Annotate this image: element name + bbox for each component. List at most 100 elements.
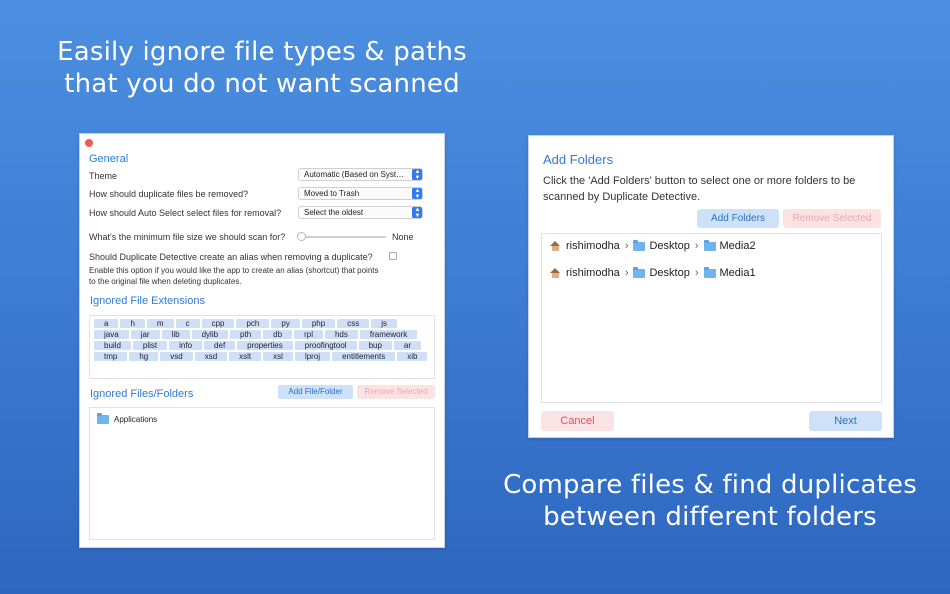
auto-select-label: How should Auto Select select files for … — [89, 208, 282, 218]
folder-icon — [633, 239, 646, 251]
ignored-item-label: Applications — [114, 415, 158, 424]
extension-tag[interactable]: dylib — [191, 330, 229, 339]
extension-tag[interactable]: jar — [130, 330, 160, 339]
extension-tag[interactable]: h — [120, 319, 145, 328]
min-size-slider-knob[interactable] — [297, 232, 306, 241]
alias-label: Should Duplicate Detective create an ali… — [89, 252, 373, 262]
extension-tag[interactable]: py — [271, 319, 300, 328]
folder-icon — [97, 413, 109, 424]
headline-top: Easily ignore file types & paths that yo… — [22, 36, 502, 100]
path-user: rishimodha — [566, 267, 620, 279]
headline-bottom-line2: between different folders — [543, 502, 877, 532]
add-folders-description: Click the 'Add Folders' button to select… — [543, 173, 855, 205]
extension-tag[interactable]: def — [204, 341, 236, 350]
folder-icon — [703, 239, 716, 251]
extension-tag[interactable]: entitlements — [332, 352, 396, 361]
extension-tag[interactable]: a — [94, 319, 119, 328]
path-folder2: Media1 — [719, 267, 756, 279]
extension-tag[interactable]: css — [337, 319, 370, 328]
extension-tag[interactable]: cpp — [201, 319, 235, 328]
theme-select-value: Automatic (Based on Syst… — [304, 170, 405, 179]
extension-tag[interactable]: hds — [324, 330, 358, 339]
add-folders-title: Add Folders — [543, 152, 614, 167]
extension-tag[interactable]: rpl — [294, 330, 323, 339]
path-user: rishimodha — [566, 240, 620, 252]
path-folder1: Desktop — [649, 240, 690, 252]
extension-tag[interactable]: lib — [161, 330, 190, 339]
next-button[interactable]: Next — [809, 411, 882, 431]
cancel-button[interactable]: Cancel — [541, 411, 614, 431]
extension-tag[interactable]: xsl — [263, 352, 293, 361]
removal-method-value: Moved to Trash — [304, 189, 360, 198]
extension-tag[interactable]: hg — [129, 352, 159, 361]
min-size-value: None — [392, 232, 414, 242]
ignored-items-list: Applications — [89, 407, 435, 540]
alias-checkbox[interactable] — [389, 252, 397, 260]
extension-tag[interactable]: m — [146, 319, 174, 328]
settings-window: General Theme Automatic (Based on Syst… … — [79, 133, 445, 548]
extension-tag[interactable]: tmp — [94, 352, 128, 361]
close-window-button[interactable] — [85, 139, 93, 147]
extension-tag[interactable]: db — [263, 330, 293, 339]
list-item[interactable]: Applications — [97, 413, 158, 424]
path-separator: › — [624, 240, 629, 252]
extension-tag[interactable]: js — [371, 319, 397, 328]
extension-tag[interactable]: xsd — [194, 352, 228, 361]
extension-tag[interactable]: bup — [358, 341, 392, 350]
remove-selected-button[interactable]: Remove Selected — [357, 385, 435, 399]
extensions-section-title: Ignored File Extensions — [90, 295, 205, 307]
path-separator: › — [694, 240, 699, 252]
extension-tag[interactable]: proofingtool — [294, 341, 357, 350]
extension-tag[interactable]: properties — [237, 341, 293, 350]
alias-help-line2: to the original file when deleting dupli… — [89, 277, 242, 286]
list-item[interactable]: rishimodha › Desktop › Media2 — [550, 239, 756, 252]
general-section-title: General — [89, 153, 129, 165]
extension-tag[interactable]: pch — [236, 319, 270, 328]
extensions-tag-box: a h m c cpp pch py php css js java jar lib dylib pth db… — [89, 315, 435, 379]
description-line2: scanned by Duplicate Detective. — [543, 191, 701, 203]
removal-method-select[interactable]: Moved to Trash ▲ ▼ — [298, 187, 423, 200]
extension-tag[interactable]: php — [301, 319, 336, 328]
min-size-slider[interactable] — [300, 236, 386, 238]
folder-icon — [703, 266, 716, 278]
remove-selected-folders-button[interactable]: Remove Selected — [783, 209, 881, 228]
headline-top-line1: Easily ignore file types & paths — [57, 37, 467, 67]
folders-list: rishimodha › Desktop › Media2 rishimodha… — [541, 233, 882, 403]
extension-tag[interactable]: lproj — [294, 352, 331, 361]
extension-tag[interactable]: ar — [393, 341, 422, 350]
extension-tag[interactable]: vsd — [160, 352, 193, 361]
path-folder1: Desktop — [649, 267, 690, 279]
extension-tag[interactable]: framework — [359, 330, 418, 339]
extension-tag[interactable]: info — [169, 341, 203, 350]
folder-icon — [633, 266, 646, 278]
home-icon — [550, 241, 561, 251]
headline-bottom: Compare files & find duplicates between … — [490, 469, 930, 533]
alias-help-line1: Enable this option if you would like the… — [89, 266, 379, 275]
removal-method-label: How should duplicate files be removed? — [89, 189, 249, 199]
stepper-arrows-icon: ▲ ▼ — [412, 188, 422, 199]
alias-help-text: Enable this option if you would like the… — [89, 265, 379, 287]
theme-select[interactable]: Automatic (Based on Syst… ▲ ▼ — [298, 168, 423, 181]
auto-select-value: Select the oldest — [304, 208, 364, 217]
add-folders-button[interactable]: Add Folders — [697, 209, 779, 228]
extension-tag[interactable]: java — [94, 330, 129, 339]
extension-tag[interactable]: plist — [132, 341, 168, 350]
extension-tag[interactable]: xslt — [229, 352, 262, 361]
ignored-section-title: Ignored Files/Folders — [90, 388, 194, 400]
auto-select-select[interactable]: Select the oldest ▲ ▼ — [298, 206, 423, 219]
stepper-arrows-icon: ▲ ▼ — [412, 207, 422, 218]
add-file-folder-button[interactable]: Add File/Folder — [278, 385, 353, 399]
theme-label: Theme — [89, 171, 118, 181]
description-line1: Click the 'Add Folders' button to select… — [543, 175, 856, 187]
path-folder2: Media2 — [719, 240, 756, 252]
extension-tag[interactable]: xib — [397, 352, 428, 361]
extension-tag[interactable]: pth — [230, 330, 262, 339]
min-size-label: What's the minimum file size we should s… — [89, 232, 286, 242]
extension-tag[interactable]: build — [94, 341, 131, 350]
stepper-arrows-icon: ▲ ▼ — [412, 169, 422, 180]
headline-top-line2: that you do not want scanned — [64, 69, 460, 99]
add-folders-window: Add Folders Click the 'Add Folders' butt… — [528, 135, 894, 438]
extension-tag[interactable]: c — [175, 319, 200, 328]
list-item[interactable]: rishimodha › Desktop › Media1 — [550, 266, 756, 279]
headline-bottom-line1: Compare files & find duplicates — [503, 470, 917, 500]
